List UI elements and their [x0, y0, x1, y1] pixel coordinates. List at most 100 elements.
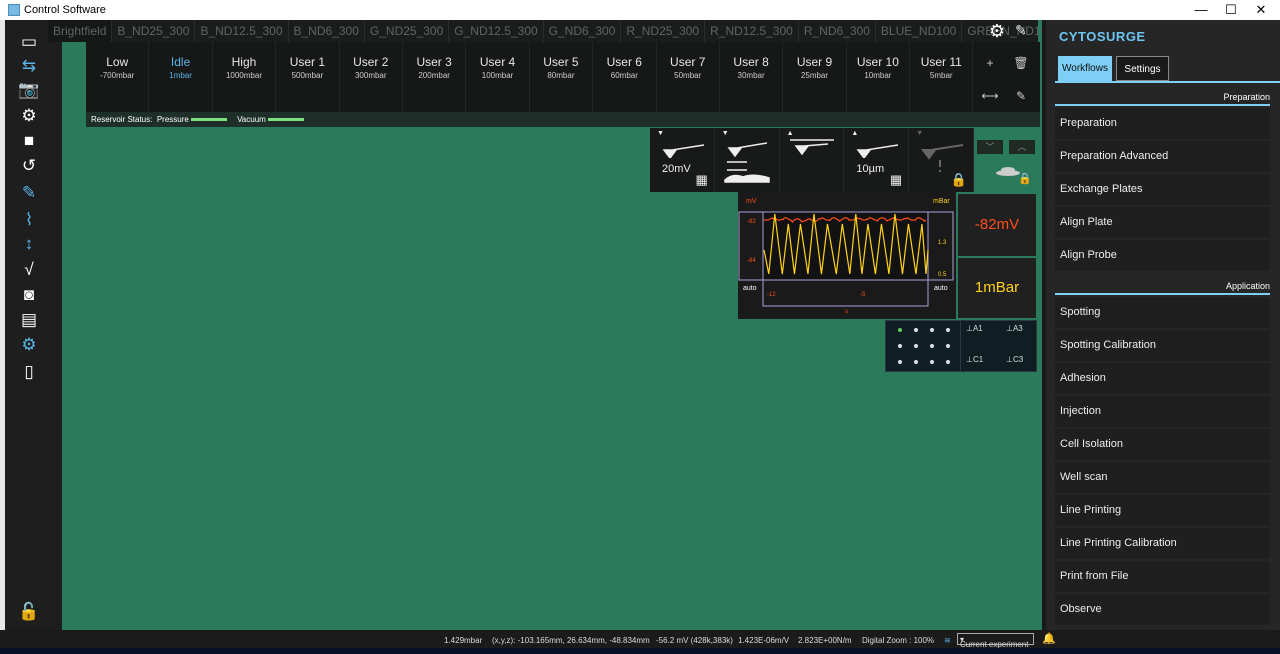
beaker-icon[interactable]: ▯: [17, 362, 41, 382]
move-down-button[interactable]: ﹀: [977, 140, 1003, 154]
workflow-item[interactable]: Print from File: [1055, 561, 1270, 592]
pressure-preset-button[interactable]: User 6 60mbar: [593, 42, 657, 112]
align-probe-icon[interactable]: ⇆: [17, 56, 41, 76]
notification-bell-icon[interactable]: 🔔: [1042, 632, 1056, 645]
pressure-preset-button[interactable]: Low -700mbar: [86, 42, 150, 112]
calculator-icon[interactable]: ▦: [890, 172, 902, 188]
edit-preset-icon[interactable]: ✎: [1006, 80, 1036, 112]
well-dot[interactable]: [914, 360, 918, 364]
workflow-item[interactable]: Cell Isolation: [1055, 429, 1270, 460]
document-icon[interactable]: ▤: [17, 310, 41, 330]
close-button[interactable]: ✕: [1246, 2, 1276, 18]
pressure-preset-button[interactable]: User 8 30mbar: [720, 42, 784, 112]
workflow-item[interactable]: Observe: [1055, 594, 1270, 625]
filter-tab[interactable]: B_ND6_300: [289, 20, 365, 42]
well-dot[interactable]: [898, 360, 902, 364]
workflow-item[interactable]: Preparation: [1055, 108, 1270, 139]
well-dot[interactable]: [914, 328, 918, 332]
workflow-item[interactable]: Line Printing: [1055, 495, 1270, 526]
maximize-button[interactable]: ☐: [1216, 2, 1246, 18]
well-dot[interactable]: [930, 328, 934, 332]
well-dot[interactable]: [930, 344, 934, 348]
well-dot[interactable]: [946, 328, 950, 332]
pressure-preset-button[interactable]: User 4 100mbar: [466, 42, 530, 112]
camera-add-icon[interactable]: 📷: [17, 80, 41, 100]
z-move-icon[interactable]: ↕: [17, 234, 41, 254]
well-dot[interactable]: [914, 344, 918, 348]
workflow-item[interactable]: Line Printing Calibration: [1055, 528, 1270, 559]
reservoir-label: Reservoir Status:: [91, 115, 153, 124]
pressure-preset-button[interactable]: User 11 5mbar: [910, 42, 974, 112]
filter-tab[interactable]: BLUE_ND100: [876, 20, 963, 42]
delete-preset-icon[interactable]: 🗑: [1006, 47, 1036, 79]
left-auto-dropdown[interactable]: auto: [743, 285, 757, 292]
unlock-icon[interactable]: 🔓: [17, 602, 41, 622]
filter-tab[interactable]: R_ND12.5_300: [705, 20, 799, 42]
workflow-item[interactable]: Align Probe: [1055, 240, 1270, 271]
pressure-preset-button[interactable]: User 7 50mbar: [657, 42, 720, 112]
well-position-button[interactable]: ⊥C1: [966, 355, 983, 364]
pressure-preset-button[interactable]: User 1 500mbar: [276, 42, 340, 112]
fit-width-icon[interactable]: ⟷: [975, 80, 1005, 112]
distance-move-tool[interactable]: ▲ 10µm ▦: [844, 128, 910, 192]
settings-gears-icon[interactable]: ⚙: [17, 335, 41, 355]
add-preset-button[interactable]: +: [975, 47, 1005, 79]
workflow-item[interactable]: Align Plate: [1055, 207, 1270, 238]
ruler-icon[interactable]: ▭: [17, 32, 41, 52]
filter-tab[interactable]: G_ND6_300: [544, 20, 622, 42]
well-dot[interactable]: [898, 344, 902, 348]
voltage-approach-tool[interactable]: ▼ 20mV ▦: [650, 128, 715, 192]
pressure-preset-button[interactable]: User 2 300mbar: [340, 42, 403, 112]
pressure-preset-button[interactable]: User 10 10mbar: [847, 42, 911, 112]
well-position-button[interactable]: ⊥C3: [1006, 355, 1023, 364]
sqrt-curve-icon[interactable]: √: [17, 260, 41, 280]
probe-holder-icon: ⊥: [1006, 355, 1013, 364]
well-dot[interactable]: [946, 344, 950, 348]
move-up-button[interactable]: ︿: [1009, 140, 1035, 154]
well-dot[interactable]: [898, 328, 902, 332]
graph-icon[interactable]: ⌇: [17, 210, 41, 230]
tab-workflows[interactable]: Workflows: [1058, 56, 1112, 81]
surface-approach-tool[interactable]: ▼: [715, 128, 780, 192]
minimize-button[interactable]: —: [1186, 2, 1216, 17]
pressure-preset-button[interactable]: High 1000mbar: [213, 42, 277, 112]
filter-tab[interactable]: B_ND12.5_300: [195, 20, 289, 42]
filter-tab[interactable]: R_ND6_300: [799, 20, 876, 42]
warning-tool[interactable]: ▼ 🔒: [909, 128, 974, 192]
pipette-icon[interactable]: ✎: [17, 183, 41, 203]
workflow-item[interactable]: Spotting: [1055, 297, 1270, 328]
retract-tool[interactable]: ▲: [780, 128, 845, 192]
filter-tab[interactable]: Brightfield: [48, 20, 113, 42]
workflow-item[interactable]: Adhesion: [1055, 363, 1270, 394]
filter-tab[interactable]: B_ND25_300: [112, 20, 196, 42]
right-auto-dropdown[interactable]: auto: [934, 285, 948, 292]
video-icon[interactable]: ■: [17, 131, 41, 151]
filter-settings-add-icon[interactable]: ⚙: [985, 21, 1009, 43]
pressure-preset-button[interactable]: Idle 1mbar: [149, 42, 213, 112]
well-dot[interactable]: [930, 360, 934, 364]
incubator-icon[interactable]: ◙: [17, 285, 41, 305]
well-position-button[interactable]: ⊥A1: [966, 324, 983, 333]
calculator-icon[interactable]: ▦: [696, 172, 708, 188]
experiment-select[interactable]: Current experiment ▾: [957, 633, 1034, 649]
video-replay-icon[interactable]: ↺: [17, 156, 41, 176]
workflow-item[interactable]: Injection: [1055, 396, 1270, 427]
filter-tab[interactable]: R_ND25_300: [621, 20, 706, 42]
tab-settings[interactable]: Settings: [1116, 56, 1169, 81]
preset-value: 300mbar: [354, 71, 387, 80]
workflow-item[interactable]: Exchange Plates: [1055, 174, 1270, 205]
filter-tab[interactable]: G_ND12.5_300: [449, 20, 544, 42]
window-title: Control Software: [24, 4, 106, 16]
voltage-readout: -82mV: [958, 194, 1036, 256]
pressure-preset-button[interactable]: User 3 200mbar: [403, 42, 467, 112]
workflow-item[interactable]: Preparation Advanced: [1055, 141, 1270, 172]
camera-settings-add-icon[interactable]: ⚙: [17, 106, 41, 126]
workflow-item[interactable]: Well scan: [1055, 462, 1270, 493]
filter-tab[interactable]: G_ND25_300: [365, 20, 450, 42]
pressure-preset-button[interactable]: User 9 25mbar: [783, 42, 847, 112]
pressure-preset-button[interactable]: User 5 80mbar: [530, 42, 594, 112]
filter-edit-icon[interactable]: ✎: [1015, 22, 1027, 39]
well-dot[interactable]: [946, 360, 950, 364]
workflow-item[interactable]: Spotting Calibration: [1055, 330, 1270, 361]
well-position-button[interactable]: ⊥A3: [1006, 324, 1023, 333]
